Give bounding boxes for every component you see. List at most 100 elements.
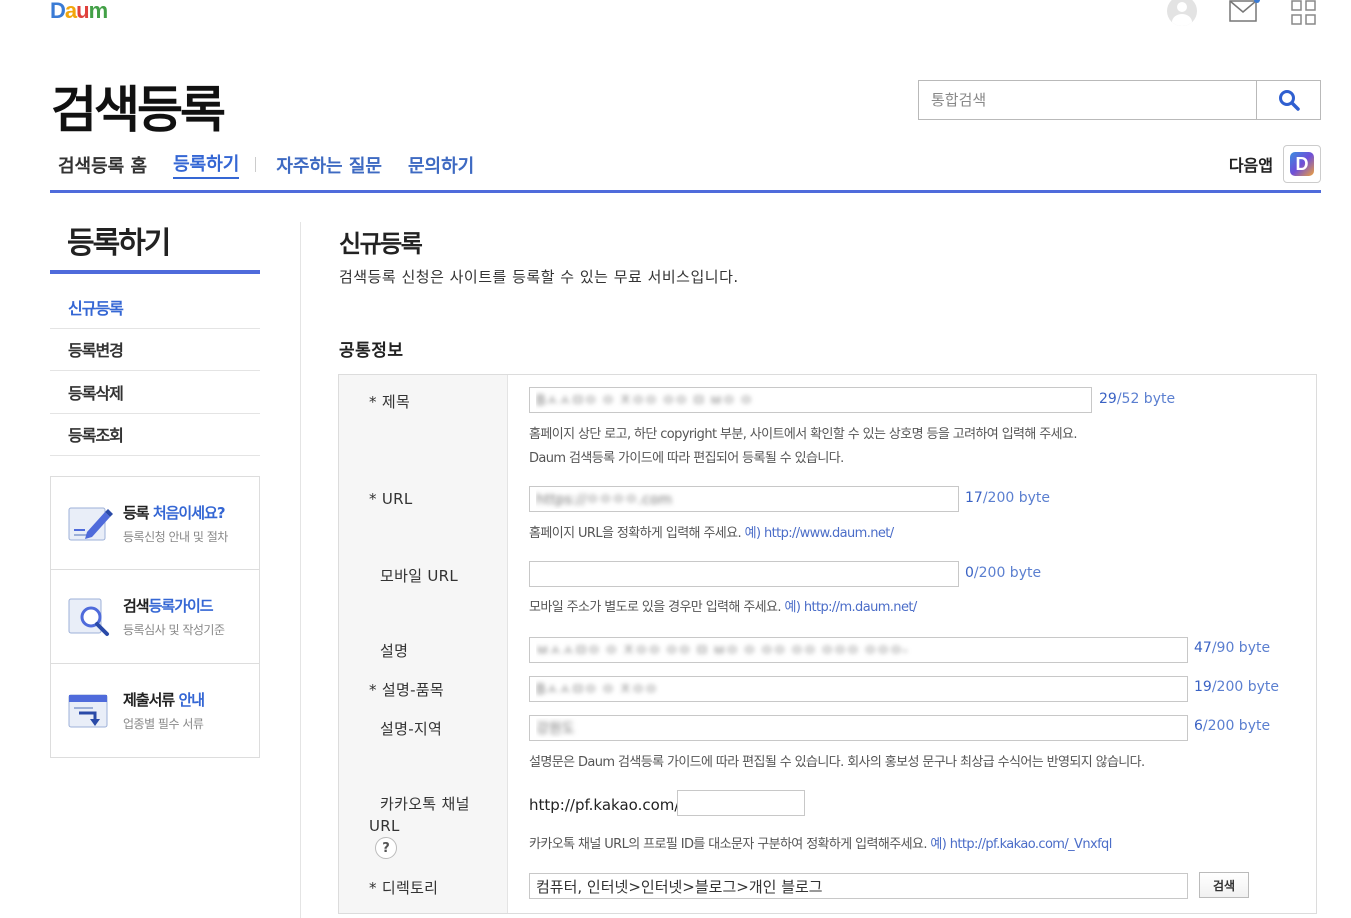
kakao-help: 카카오톡 채널 URL의 프로필 ID를 대소문자 구분하여 정확하게 입력해주… (529, 833, 1112, 857)
document-arrow-icon (68, 694, 108, 728)
service-title[interactable]: 검색등록 (51, 70, 226, 142)
search-button[interactable] (1256, 81, 1320, 119)
daum-app-badge: D (1283, 145, 1321, 183)
guide-register-guide[interactable]: 검색등록가이드 등록심사 및 작성기준 (51, 570, 259, 664)
url-help-example: 예) http://www.daum.net/ (744, 526, 895, 541)
form-label-column (339, 375, 508, 913)
url-count-max: /200 byte (982, 490, 1050, 506)
magnifier-document-icon (68, 598, 109, 637)
sidebar-item-delete[interactable]: 등록삭제 (50, 371, 260, 414)
url-count-value: 17 (965, 490, 983, 506)
grid-icon (1291, 0, 1316, 25)
url-byte-count: 17/200 byte (965, 490, 1050, 506)
desc-count-max: /90 byte (1211, 640, 1271, 656)
apps-menu-button[interactable] (1291, 0, 1323, 28)
url-input[interactable] (529, 486, 959, 512)
avatar-icon (1167, 0, 1197, 26)
search-box (918, 80, 1321, 120)
mail-button[interactable] (1229, 0, 1261, 28)
desc-item-input[interactable] (529, 676, 1188, 702)
guide-first-sub: 등록신청 안내 및 절차 (123, 529, 228, 544)
sidebar-item-new[interactable]: 신규등록 (50, 286, 260, 329)
mail-icon (1229, 0, 1257, 22)
mobile-url-count-max: /200 byte (973, 565, 1042, 581)
desc-item-count-value: 19 (1194, 679, 1212, 695)
nav-home[interactable]: 검색등록 홈 (58, 152, 147, 178)
kakao-help-example: 예) http://pf.kakao.com/_Vnxfql (930, 837, 1112, 852)
guide-documents[interactable]: 제출서류 안내 업종별 필수 서류 (51, 664, 259, 757)
guide-guide-title-a: 검색 (123, 596, 150, 615)
section-title: 공통정보 (339, 341, 404, 361)
daum-logo[interactable]: Daum (50, 0, 109, 24)
search-input[interactable] (919, 81, 1256, 119)
kakao-label: 카카오톡 채널 (380, 795, 470, 813)
kakao-url-prefix: http://pf.kakao.com/ (529, 796, 680, 814)
nav-contact[interactable]: 문의하기 (408, 152, 474, 178)
sidebar-item-change[interactable]: 등록변경 (50, 329, 260, 371)
content-title: 신규등록 (339, 230, 423, 258)
url-help: 홈페이지 URL을 정확하게 입력해 주세요. 예) http://www.da… (529, 522, 894, 546)
nav-faq[interactable]: 자주하는 질문 (276, 152, 382, 178)
directory-label: * 디렉토리 (369, 879, 439, 897)
main-nav: 검색등록 홈 등록하기 자주하는 질문 문의하기 (58, 150, 500, 179)
desc-region-label: 설명-지역 (380, 720, 443, 738)
guide-docs-sub: 업종별 필수 서류 (123, 716, 204, 731)
url-label: * URL (369, 490, 413, 508)
top-utility-icons (1167, 0, 1323, 28)
kakao-id-input[interactable] (677, 790, 805, 816)
mobile-url-help: 모바일 주소가 별도로 있을 경우만 입력해 주세요. 예) http://m.… (529, 596, 917, 620)
desc-region-count-max: /200 byte (1202, 718, 1271, 734)
title-input[interactable] (529, 387, 1092, 413)
kakao-help-text: 카카오톡 채널 URL의 프로필 ID를 대소문자 구분하여 정확하게 입력해주… (529, 837, 931, 852)
nav-underline (50, 190, 1321, 193)
pencil-document-icon (68, 507, 113, 541)
guide-docs-title-a: 제출서류 (123, 690, 179, 709)
desc-region-count-value: 6 (1194, 718, 1203, 734)
nav-register[interactable]: 등록하기 (173, 150, 240, 179)
mobile-url-byte-count: 0/200 byte (965, 565, 1041, 581)
guide-guide-sub: 등록심사 및 작성기준 (123, 622, 225, 637)
column-divider (300, 222, 301, 918)
mobile-url-count-value: 0 (965, 565, 974, 581)
desc-help: 설명문은 Daum 검색등록 가이드에 따라 편집될 수 있습니다. 회사의 홍… (529, 755, 1145, 770)
logo-letter-d: D (50, 0, 66, 23)
directory-input[interactable] (529, 873, 1188, 899)
guide-first-title-b: 처음이세요? (152, 503, 226, 522)
mobile-url-help-example: 예) http://m.daum.net/ (784, 600, 917, 615)
sidebar-menu: 신규등록 등록변경 등록삭제 등록조회 (50, 286, 260, 456)
title-help-1: 홈페이지 상단 로고, 하단 copyright 부분, 사이트에서 확인할 수… (529, 427, 1078, 442)
guide-first-title-a: 등록 (123, 503, 153, 522)
guide-first-time[interactable]: 등록 처음이세요? 등록신청 안내 및 절차 (51, 477, 259, 571)
sidebar-item-lookup[interactable]: 등록조회 (50, 414, 260, 456)
profile-button[interactable] (1167, 0, 1199, 28)
logo-letter-a: a (64, 0, 77, 23)
desc-label: 설명 (380, 642, 409, 660)
kakao-label-url: URL (369, 817, 400, 835)
desc-region-byte-count: 6/200 byte (1194, 718, 1270, 734)
mail-notification-dot (1254, 0, 1260, 3)
guide-guide-title-b: 등록가이드 (148, 596, 214, 615)
mobile-url-label: 모바일 URL (380, 567, 459, 585)
desc-input[interactable] (529, 637, 1188, 663)
desc-byte-count: 47/90 byte (1194, 640, 1270, 656)
title-count-max: /52 byte (1116, 391, 1176, 407)
desc-count-value: 47 (1194, 640, 1212, 656)
sidebar-title-line (50, 270, 260, 274)
daum-app-icon: D (1290, 152, 1314, 176)
url-help-text: 홈페이지 URL을 정확하게 입력해 주세요. (529, 526, 745, 541)
mobile-url-help-text: 모바일 주소가 별도로 있을 경우만 입력해 주세요. (529, 600, 785, 615)
directory-search-button[interactable]: 검색 (1199, 872, 1249, 898)
logo-letter-m: m (88, 0, 109, 23)
desc-region-input[interactable] (529, 715, 1188, 741)
title-label: * 제목 (369, 393, 411, 411)
daum-app-link[interactable]: 다음앱 D (1229, 145, 1321, 183)
mobile-url-input[interactable] (529, 561, 959, 587)
search-icon (1278, 90, 1300, 111)
content-description: 검색등록 신청은 사이트를 등록할 수 있는 무료 서비스입니다. (339, 268, 739, 286)
nav-divider (255, 157, 257, 172)
desc-item-byte-count: 19/200 byte (1194, 679, 1279, 695)
logo-letter-u: u (76, 0, 89, 23)
title-byte-count: 29/52 byte (1099, 391, 1175, 407)
desc-item-label: * 설명-품목 (369, 681, 444, 699)
kakao-help-icon[interactable]: ? (375, 837, 397, 859)
